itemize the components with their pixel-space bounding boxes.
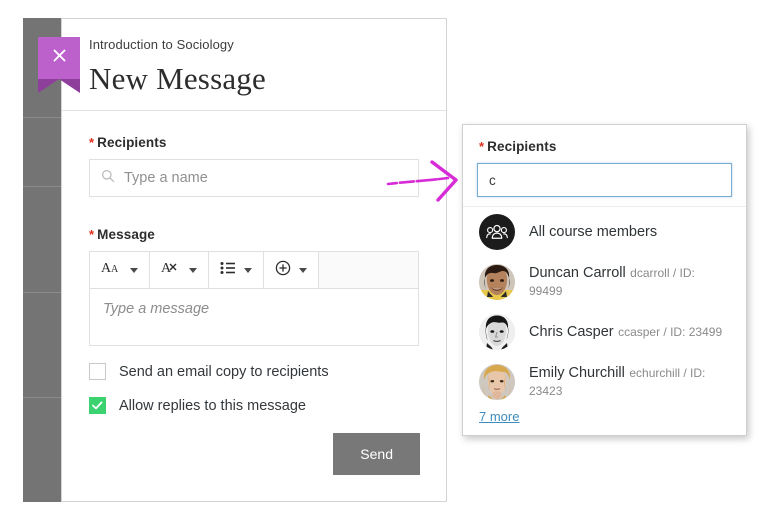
- list-item-sub: ccasper / ID: 23499: [618, 325, 723, 339]
- backdrop-divider: [23, 292, 61, 293]
- autocomplete-input-value: c: [489, 172, 496, 188]
- close-button[interactable]: [38, 37, 80, 93]
- bulleted-list-button[interactable]: [209, 252, 264, 288]
- list-item-name: Chris Casper: [529, 324, 614, 340]
- svg-text:A: A: [161, 261, 172, 275]
- list-item-text: Emily Churchill echurchill / ID: 23423: [529, 364, 730, 400]
- chevron-down-icon: [244, 267, 252, 273]
- font-size-button[interactable]: A A: [90, 252, 150, 288]
- rich-text-toolbar: A A A: [89, 251, 419, 288]
- list-item-text: All course members: [529, 223, 657, 241]
- backdrop-divider: [23, 397, 61, 398]
- svg-text:A: A: [111, 264, 119, 275]
- chevron-down-icon: [130, 267, 138, 273]
- message-placeholder: Type a message: [103, 301, 210, 317]
- close-x-icon: [51, 47, 68, 69]
- list-item[interactable]: Emily Churchill echurchill / ID: 23423: [463, 357, 746, 407]
- search-icon: [101, 169, 115, 188]
- modal-footer: Send: [333, 433, 420, 475]
- message-block: * Message A A A Type a message: [89, 227, 419, 346]
- list-item-name: Duncan Carroll: [529, 265, 626, 281]
- page-title: New Message: [89, 61, 266, 96]
- chevron-down-icon: [299, 267, 307, 273]
- recipients-autocomplete-panel: * Recipients c All course members Duncan…: [462, 124, 747, 436]
- autocomplete-recipients-label: * Recipients: [479, 139, 730, 154]
- message-label: * Message: [89, 227, 419, 242]
- font-size-icon: A A: [101, 260, 122, 280]
- autocomplete-header: * Recipients: [463, 125, 746, 154]
- autocomplete-results-list: All course members Duncan Carroll dcarro…: [463, 206, 746, 435]
- allow-replies-label: Allow replies to this message: [119, 397, 306, 414]
- autocomplete-label-text: Recipients: [487, 139, 557, 154]
- text-color-icon: A: [161, 260, 181, 280]
- avatar: [479, 314, 515, 350]
- required-marker: *: [89, 135, 95, 150]
- chevron-down-icon: [189, 267, 197, 273]
- modal-body: * Recipients Type a name * Message A A A…: [62, 111, 446, 414]
- email-copy-checkbox[interactable]: [89, 363, 106, 380]
- list-item-name: Emily Churchill: [529, 365, 625, 381]
- backdrop-divider: [23, 186, 61, 187]
- email-copy-checkbox-row[interactable]: Send an email copy to recipients: [89, 363, 419, 380]
- list-item-name: All course members: [529, 224, 658, 240]
- list-item[interactable]: All course members: [463, 207, 746, 257]
- message-label-text: Message: [97, 227, 155, 242]
- list-item[interactable]: Chris Casper ccasper / ID: 23499: [463, 307, 746, 357]
- new-message-modal: Introduction to Sociology New Message * R…: [38, 18, 447, 502]
- backdrop-divider: [23, 117, 61, 118]
- recipients-placeholder: Type a name: [124, 170, 208, 186]
- list-item[interactable]: Duncan Carroll dcarroll / ID: 99499: [463, 257, 746, 307]
- insert-button[interactable]: [264, 252, 319, 288]
- recipients-input[interactable]: Type a name: [89, 159, 419, 197]
- course-name: Introduction to Sociology: [89, 37, 234, 52]
- insert-plus-icon: [275, 260, 291, 281]
- recipients-label: * Recipients: [89, 135, 419, 150]
- list-item-text: Duncan Carroll dcarroll / ID: 99499: [529, 264, 730, 300]
- toolbar-spacer: [319, 252, 418, 288]
- email-copy-label: Send an email copy to recipients: [119, 363, 329, 380]
- allow-replies-checkbox[interactable]: [89, 397, 106, 414]
- required-marker: *: [89, 227, 95, 242]
- send-button[interactable]: Send: [333, 433, 420, 475]
- checkmark-icon: [92, 401, 103, 410]
- group-icon: [479, 214, 515, 250]
- list-item-text: Chris Casper ccasper / ID: 23499: [529, 323, 722, 341]
- avatar: [479, 364, 515, 400]
- bulleted-list-icon: [220, 261, 236, 280]
- autocomplete-search-input[interactable]: c: [477, 163, 732, 197]
- required-marker: *: [479, 139, 485, 154]
- message-textarea[interactable]: Type a message: [89, 288, 419, 346]
- recipients-label-text: Recipients: [97, 135, 167, 150]
- text-color-button[interactable]: A: [150, 252, 209, 288]
- allow-replies-checkbox-row[interactable]: Allow replies to this message: [89, 397, 419, 414]
- avatar: [479, 264, 515, 300]
- show-more-link[interactable]: 7 more: [479, 409, 519, 424]
- modal-header: Introduction to Sociology New Message: [38, 19, 446, 111]
